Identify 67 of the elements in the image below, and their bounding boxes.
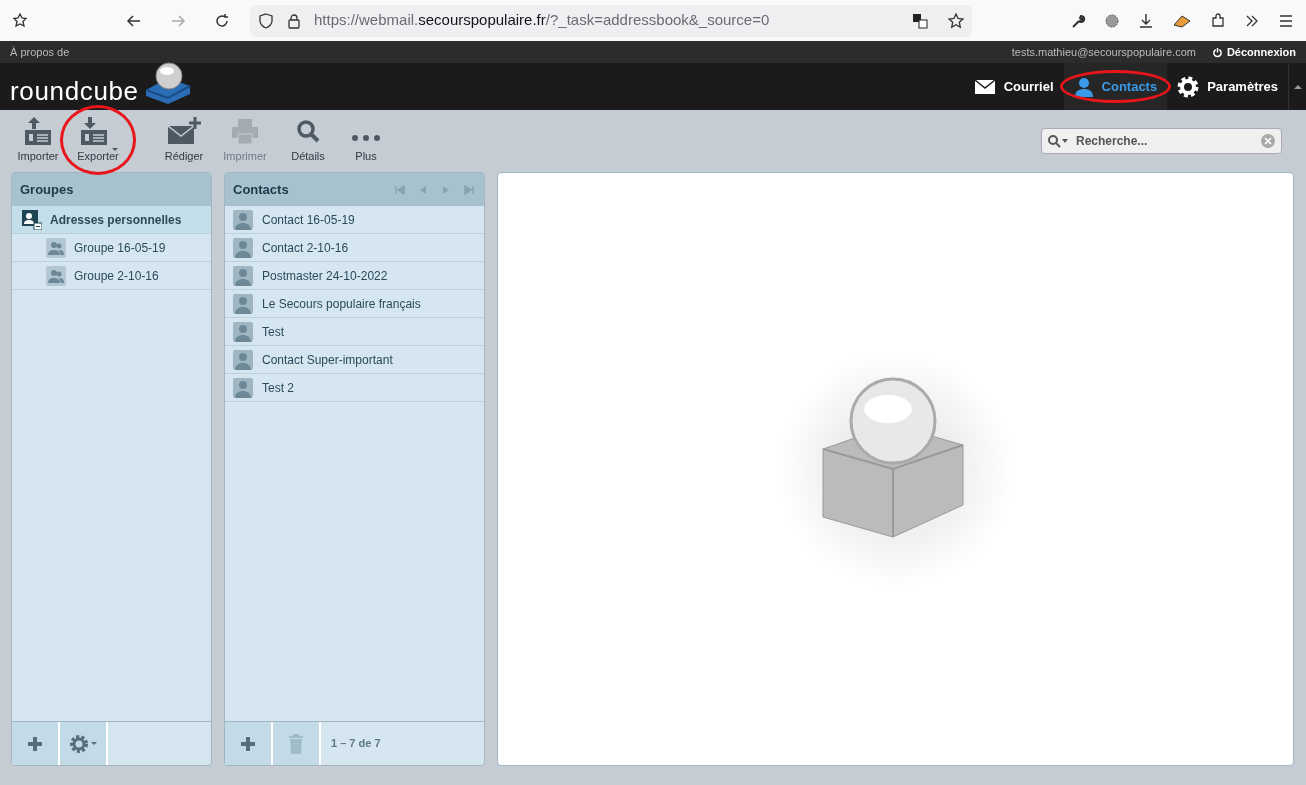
caret-icon <box>1293 84 1302 89</box>
panel-header: Contacts <box>233 180 289 199</box>
group-icon <box>46 237 66 258</box>
plus-icon <box>240 735 256 752</box>
add-contact-button[interactable] <box>225 722 273 765</box>
toolbar-button[interactable]: Détails <box>280 117 336 165</box>
caret-icon <box>111 148 118 152</box>
contact-item[interactable]: Contact 16-05-19 <box>225 206 484 234</box>
translate-icon[interactable] <box>912 12 928 29</box>
reload-icon[interactable] <box>214 12 230 29</box>
toolbar-button[interactable]: Rédiger <box>158 117 210 165</box>
addressbook-icon <box>22 209 42 230</box>
contact-item[interactable]: Contact 2-10-16 <box>225 234 484 262</box>
about-link[interactable]: À propos de <box>10 43 70 61</box>
star-icon[interactable] <box>948 12 964 29</box>
group-options-button[interactable] <box>60 722 108 765</box>
avatar-icon <box>233 377 253 398</box>
bookmark-icon[interactable] <box>12 12 28 29</box>
trash-icon <box>288 733 304 754</box>
logo-text: roundcube <box>10 78 139 104</box>
envelope-plus-icon <box>167 117 201 146</box>
avatar-icon <box>233 237 253 258</box>
search-icon <box>1047 134 1069 148</box>
contact-item[interactable]: Test <box>225 318 484 346</box>
import-icon <box>23 117 53 146</box>
caret-icon <box>91 742 97 745</box>
power-icon <box>1211 46 1223 58</box>
wrench-icon[interactable] <box>1070 12 1086 29</box>
toolbar-button[interactable]: Plus <box>340 117 392 165</box>
shield-icon <box>258 12 274 29</box>
avatar-icon <box>233 209 253 230</box>
more-icon <box>351 135 381 142</box>
url-text: https://webmail.secourspopulaire.fr/?_task=addressbook&_source=0 <box>314 10 770 31</box>
lock-icon <box>286 12 302 29</box>
toolbar-button[interactable]: Exporter <box>68 117 128 165</box>
group-item[interactable]: Adresses personnelles <box>12 206 211 234</box>
avatar-icon <box>233 321 253 342</box>
group-item[interactable]: Groupe 16-05-19 <box>12 234 211 262</box>
contact-item[interactable]: Postmaster 24-10-2022 <box>225 262 484 290</box>
avatar-icon <box>233 349 253 370</box>
avatar-icon <box>233 293 253 314</box>
menu-icon[interactable] <box>1278 12 1294 29</box>
nav-tab[interactable]: Paramètres <box>1167 63 1288 110</box>
person-icon <box>1073 76 1094 97</box>
add-group-button[interactable] <box>12 722 60 765</box>
puzzle-icon[interactable] <box>1210 12 1226 29</box>
download-icon[interactable] <box>1138 12 1154 29</box>
group-item[interactable]: Groupe 2-10-16 <box>12 262 211 290</box>
back-icon[interactable] <box>126 12 142 29</box>
user-email: tests.mathieu@secourspopulaire.com <box>1011 44 1196 60</box>
contact-item[interactable]: Le Secours populaire français <box>225 290 484 318</box>
address-bar[interactable]: https://webmail.secourspopulaire.fr/?_task=addressbook&_source=0 <box>250 4 972 37</box>
search-field[interactable]: Recherche... <box>1041 128 1282 154</box>
contact-item[interactable]: Test 2 <box>225 374 484 402</box>
contact-count: 1 – 7 de 7 <box>331 736 381 752</box>
panel-header: Groupes <box>12 173 211 206</box>
toolbar-button[interactable]: Importer <box>12 117 64 165</box>
contact-item[interactable]: Contact Super-important <box>225 346 484 374</box>
printer-icon <box>231 117 259 146</box>
plus-icon <box>27 735 43 752</box>
group-icon <box>46 265 66 286</box>
envelope-icon <box>973 78 996 95</box>
nav-tab[interactable]: Contacts <box>1063 63 1168 110</box>
avatar-icon <box>233 265 253 286</box>
logout-button[interactable]: Déconnexion <box>1211 43 1296 61</box>
nav-tab[interactable]: Courriel <box>963 63 1064 110</box>
export-icon <box>78 117 109 146</box>
